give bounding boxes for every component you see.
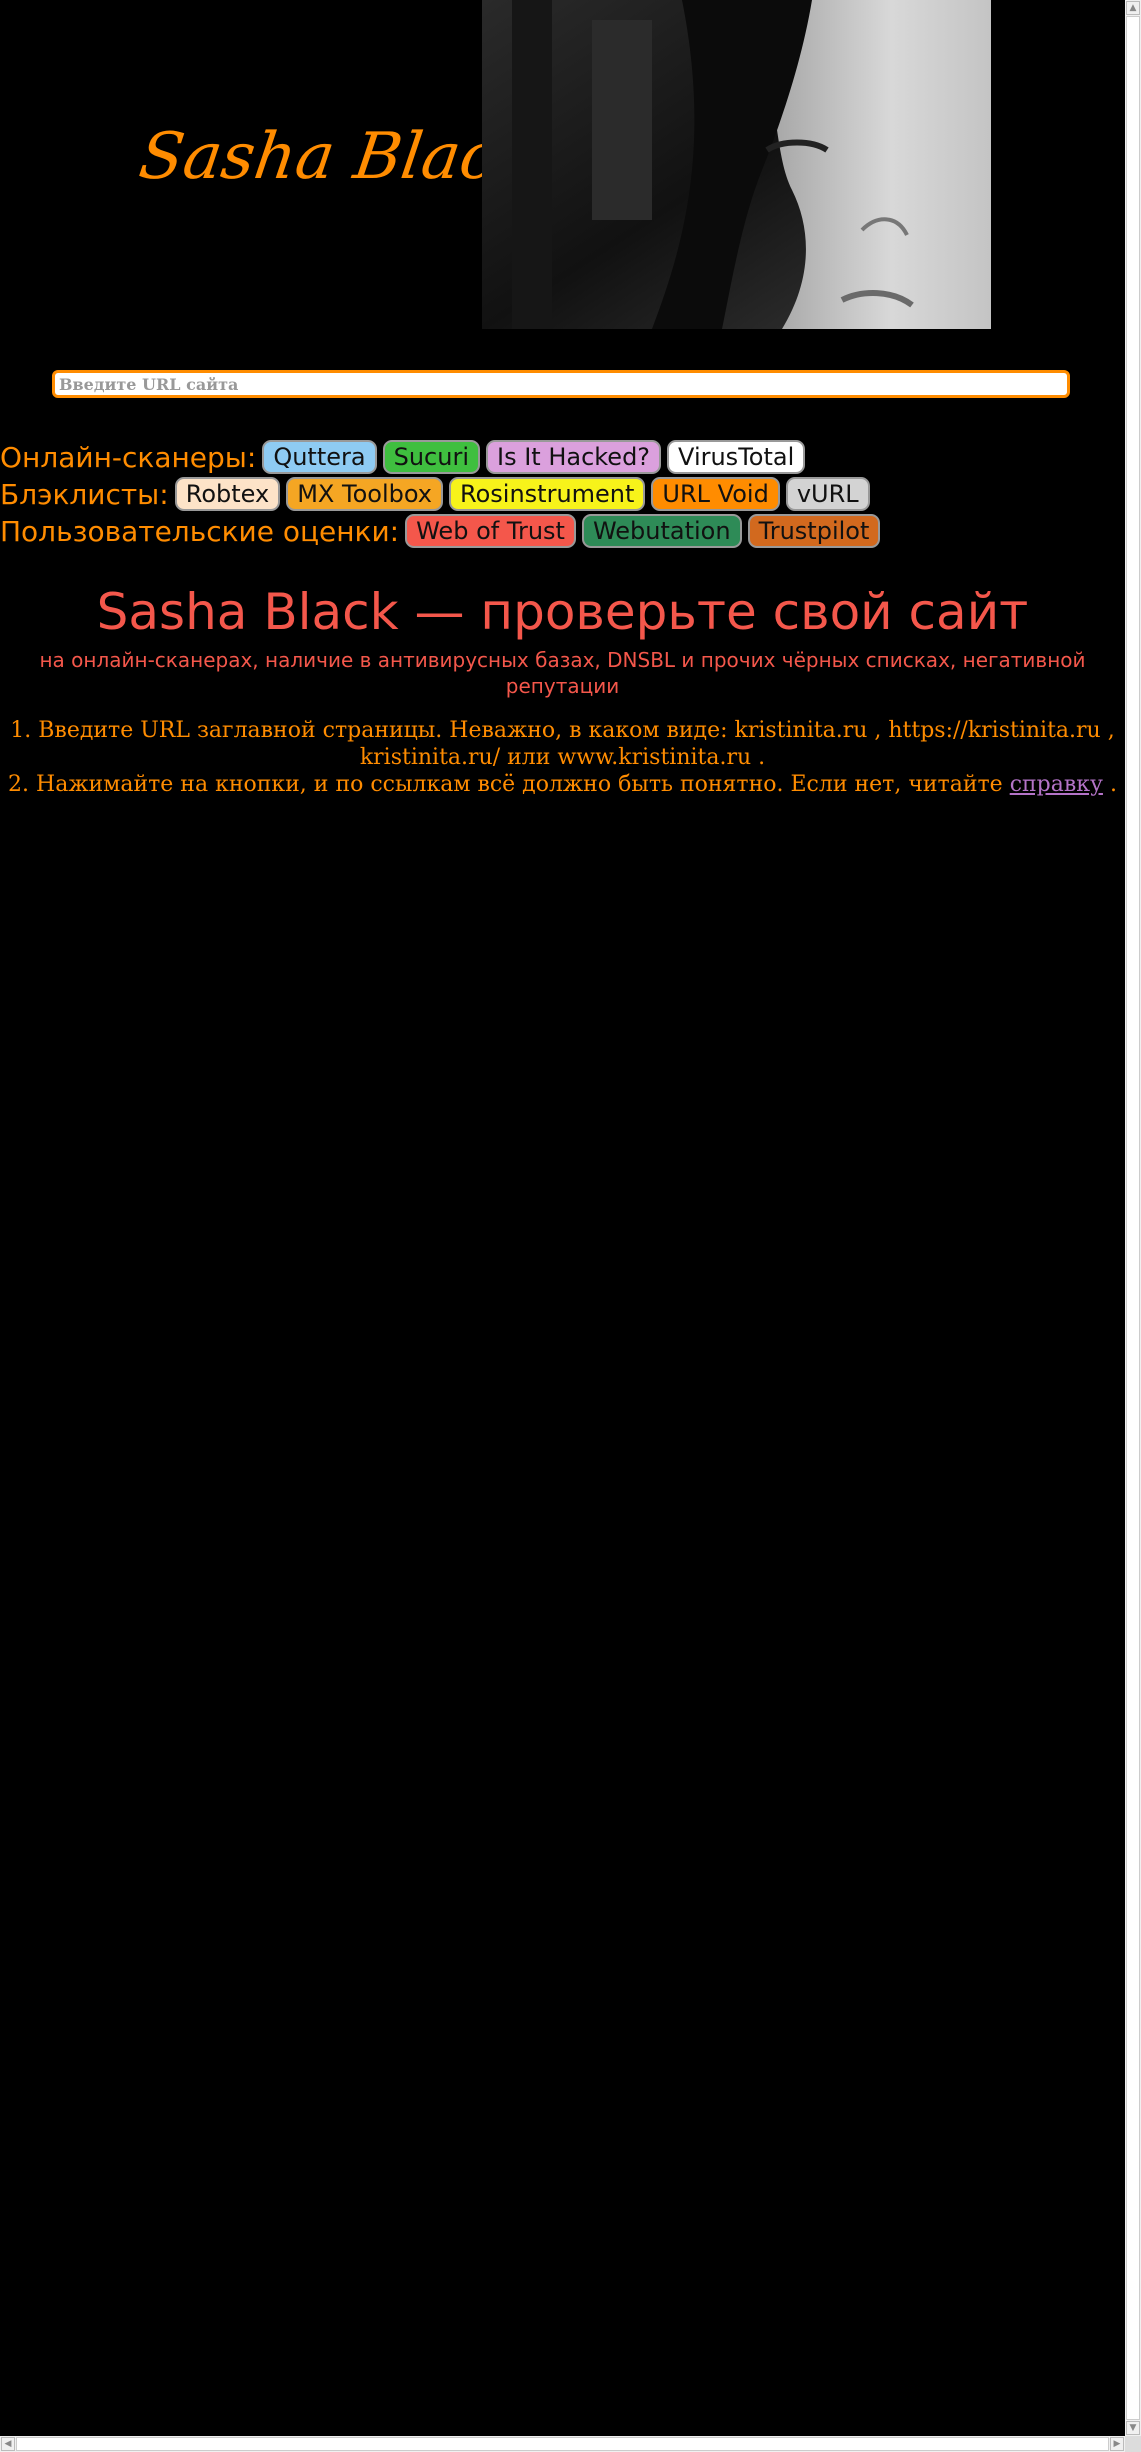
virustotal-button[interactable]: VirusTotal bbox=[667, 440, 806, 474]
scrollbar-corner bbox=[1125, 2436, 1141, 2452]
page-title: Sasha Black — проверьте свой сайт bbox=[96, 583, 1029, 641]
scroll-right-arrow-icon[interactable]: ▶ bbox=[1110, 2437, 1124, 2451]
instructions: 1. Введите URL заглавной страницы. Неваж… bbox=[0, 717, 1125, 798]
quttera-button[interactable]: Quttera bbox=[262, 440, 377, 474]
web-of-trust-button[interactable]: Web of Trust bbox=[405, 514, 576, 548]
scanners-label: Онлайн-сканеры: bbox=[0, 440, 257, 474]
page: Sasha Black Введите URL сайта Онлайн-ска… bbox=[0, 0, 1125, 2436]
instruction-step-2-text: 2. Нажимайте на кнопки, и по ссылкам всё… bbox=[8, 772, 1003, 797]
is-it-hacked-button[interactable]: Is It Hacked? bbox=[485, 440, 662, 474]
url-void-button[interactable]: URL Void bbox=[651, 477, 780, 511]
page-subtitle: на онлайн-сканерах, наличие в антивирусн… bbox=[39, 648, 1086, 698]
instruction-step-2: 2. Нажимайте на кнопки, и по ссылкам всё… bbox=[0, 771, 1125, 798]
vertical-scrollbar[interactable]: ▲ ▼ bbox=[1125, 0, 1141, 2436]
scanners-row: Онлайн-сканеры: Quttera Sucuri Is It Hac… bbox=[0, 440, 811, 474]
ratings-label: Пользовательские оценки: bbox=[0, 514, 400, 548]
scroll-up-arrow-icon[interactable]: ▲ bbox=[1126, 1, 1140, 15]
blacklists-label: Блэклисты: bbox=[0, 477, 169, 511]
vurl-button[interactable]: vURL bbox=[785, 477, 870, 511]
rosinstrument-button[interactable]: Rosinstrument bbox=[449, 477, 646, 511]
instruction-step-1: 1. Введите URL заглавной страницы. Неваж… bbox=[10, 718, 1115, 770]
robtex-button[interactable]: Robtex bbox=[174, 477, 281, 511]
url-input[interactable] bbox=[52, 370, 1070, 398]
mx-toolbox-button[interactable]: MX Toolbox bbox=[286, 477, 443, 511]
webutation-button[interactable]: Webutation bbox=[581, 514, 742, 548]
sucuri-button[interactable]: Sucuri bbox=[382, 440, 480, 474]
ratings-row: Пользовательские оценки: Web of Trust We… bbox=[0, 514, 886, 548]
scroll-down-arrow-icon[interactable]: ▼ bbox=[1126, 2421, 1140, 2435]
site-logo[interactable]: Sasha Black bbox=[134, 112, 540, 202]
trustpilot-button[interactable]: Trustpilot bbox=[747, 514, 881, 548]
portrait-image bbox=[482, 0, 991, 329]
blacklists-row: Блэклисты: Robtex MX Toolbox Rosinstrume… bbox=[0, 477, 876, 511]
vertical-scroll-thumb[interactable] bbox=[1126, 16, 1140, 2420]
help-link[interactable]: справку bbox=[1010, 772, 1103, 797]
instruction-step-2-end: . bbox=[1109, 772, 1117, 797]
scroll-left-arrow-icon[interactable]: ◀ bbox=[1, 2437, 15, 2451]
horizontal-scrollbar[interactable]: ◀ ▶ bbox=[0, 2436, 1125, 2452]
horizontal-scroll-thumb[interactable] bbox=[16, 2437, 1109, 2451]
